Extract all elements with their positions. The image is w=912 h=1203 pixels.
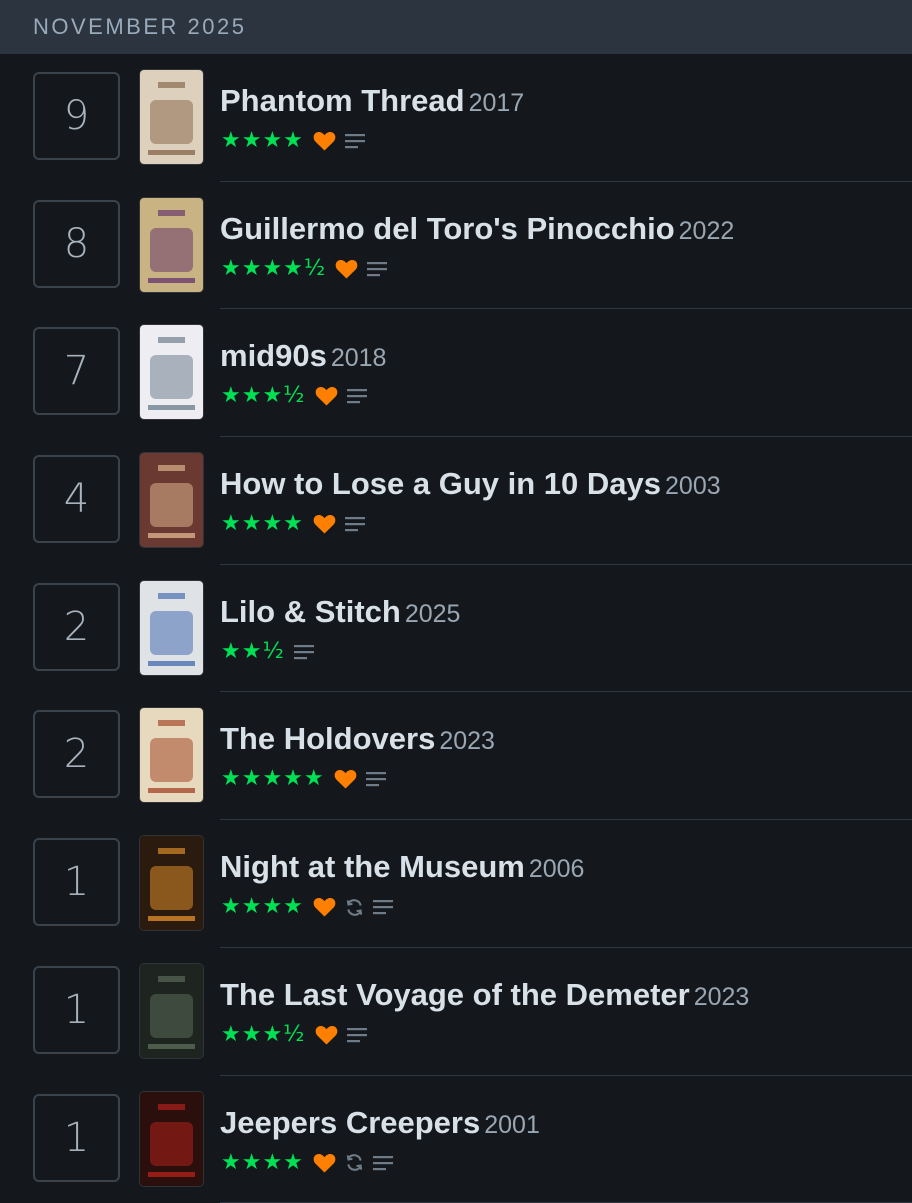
diary-list: 9 Phantom Thread2017 ★★★★ 8 Guillermo del To… [0, 54, 912, 1203]
film-title-link[interactable]: Lilo & Stitch [220, 594, 401, 629]
entry-meta: ★★★★★ [221, 766, 386, 792]
entry-meta: ★★★★½ [221, 256, 387, 282]
diary-entry-row[interactable]: 8 Guillermo del Toro's Pinocchio2022 ★★★★½ [0, 182, 912, 310]
day-number[interactable]: 1 [33, 1094, 120, 1182]
star-rating: ★★★½ [221, 1022, 306, 1048]
film-poster[interactable] [140, 708, 203, 802]
review-lines-icon[interactable] [347, 1027, 367, 1043]
diary-entry-row[interactable]: 2 Lilo & Stitch2025 ★★½ [0, 565, 912, 693]
film-poster[interactable] [140, 453, 203, 547]
day-number[interactable]: 7 [33, 327, 120, 415]
film-year-link[interactable]: 2023 [439, 727, 495, 755]
diary-entry-row[interactable]: 1 Jeepers Creepers2001 ★★★★ [0, 1076, 912, 1203]
diary-entry-row[interactable]: 2 The Holdovers2023 ★★★★★ [0, 692, 912, 820]
day-number[interactable]: 9 [33, 72, 120, 160]
film-year-link[interactable]: 2025 [405, 600, 461, 628]
film-year-link[interactable]: 2003 [665, 472, 721, 500]
review-lines-icon[interactable] [345, 516, 365, 532]
film-year-link[interactable]: 2001 [484, 1111, 540, 1139]
review-lines-icon[interactable] [366, 771, 386, 787]
heart-icon [335, 259, 358, 279]
film-poster[interactable] [140, 198, 203, 292]
review-lines-icon[interactable] [373, 1155, 393, 1171]
film-title-link[interactable]: mid90s [220, 338, 327, 373]
review-lines-icon[interactable] [345, 133, 365, 149]
entry-meta: ★★★★ [221, 1150, 393, 1176]
film-year-link[interactable]: 2022 [679, 217, 735, 245]
star-rating: ★★★★ [221, 1150, 304, 1176]
star-rating: ★★★½ [221, 383, 306, 409]
day-number[interactable]: 8 [33, 200, 120, 288]
review-lines-icon[interactable] [367, 261, 387, 277]
film-poster[interactable] [140, 964, 203, 1058]
film-title-link[interactable]: Jeepers Creepers [220, 1105, 480, 1140]
film-poster[interactable] [140, 325, 203, 419]
rewatch-icon [345, 898, 364, 917]
rewatch-icon [345, 1153, 364, 1172]
star-rating: ★★½ [221, 639, 285, 665]
film-year-link[interactable]: 2006 [529, 855, 585, 883]
heart-icon [313, 131, 336, 151]
entry-meta: ★★½ [221, 639, 314, 665]
film-title-link[interactable]: The Holdovers [220, 721, 435, 756]
film-title-link[interactable]: Night at the Museum [220, 849, 525, 884]
heart-icon [315, 386, 338, 406]
review-lines-icon[interactable] [373, 899, 393, 915]
film-year-link[interactable]: 2023 [694, 983, 750, 1011]
diary-entry-row[interactable]: 9 Phantom Thread2017 ★★★★ [0, 54, 912, 182]
star-rating: ★★★★ [221, 894, 304, 920]
entry-meta: ★★★★ [221, 894, 393, 920]
day-number[interactable]: 1 [33, 838, 120, 926]
film-poster[interactable] [140, 1092, 203, 1186]
diary-entry-row[interactable]: 7 mid90s2018 ★★★½ [0, 309, 912, 437]
day-number[interactable]: 4 [33, 455, 120, 543]
entry-meta: ★★★½ [221, 1022, 367, 1048]
heart-icon [334, 769, 357, 789]
film-year-link[interactable]: 2018 [331, 344, 387, 372]
day-number[interactable]: 2 [33, 710, 120, 798]
star-rating: ★★★★★ [221, 766, 325, 792]
film-poster[interactable] [140, 836, 203, 930]
day-number[interactable]: 2 [33, 583, 120, 671]
diary-entry-row[interactable]: 1 Night at the Museum2006 ★★★★ [0, 820, 912, 948]
heart-icon [315, 1025, 338, 1045]
film-poster[interactable] [140, 581, 203, 675]
month-header: NOVEMBER 2025 [0, 0, 912, 54]
film-title-link[interactable]: Phantom Thread [220, 83, 465, 118]
month-label: NOVEMBER 2025 [33, 14, 246, 40]
diary-entry-row[interactable]: 1 The Last Voyage of the Demeter2023 ★★★½ [0, 948, 912, 1076]
film-title-link[interactable]: How to Lose a Guy in 10 Days [220, 466, 661, 501]
review-lines-icon[interactable] [294, 644, 314, 660]
heart-icon [313, 514, 336, 534]
entry-meta: ★★★★ [221, 128, 365, 154]
star-rating: ★★★★ [221, 128, 304, 154]
diary-entry-row[interactable]: 4 How to Lose a Guy in 10 Days2003 ★★★★ [0, 437, 912, 565]
film-poster[interactable] [140, 70, 203, 164]
day-number[interactable]: 1 [33, 966, 120, 1054]
film-title-link[interactable]: Guillermo del Toro's Pinocchio [220, 211, 675, 246]
film-year-link[interactable]: 2017 [469, 89, 525, 117]
star-rating: ★★★★½ [221, 256, 326, 282]
heart-icon [313, 897, 336, 917]
heart-icon [313, 1153, 336, 1173]
entry-meta: ★★★½ [221, 383, 367, 409]
film-title-link[interactable]: The Last Voyage of the Demeter [220, 977, 690, 1012]
review-lines-icon[interactable] [347, 388, 367, 404]
entry-meta: ★★★★ [221, 511, 365, 537]
star-rating: ★★★★ [221, 511, 304, 537]
